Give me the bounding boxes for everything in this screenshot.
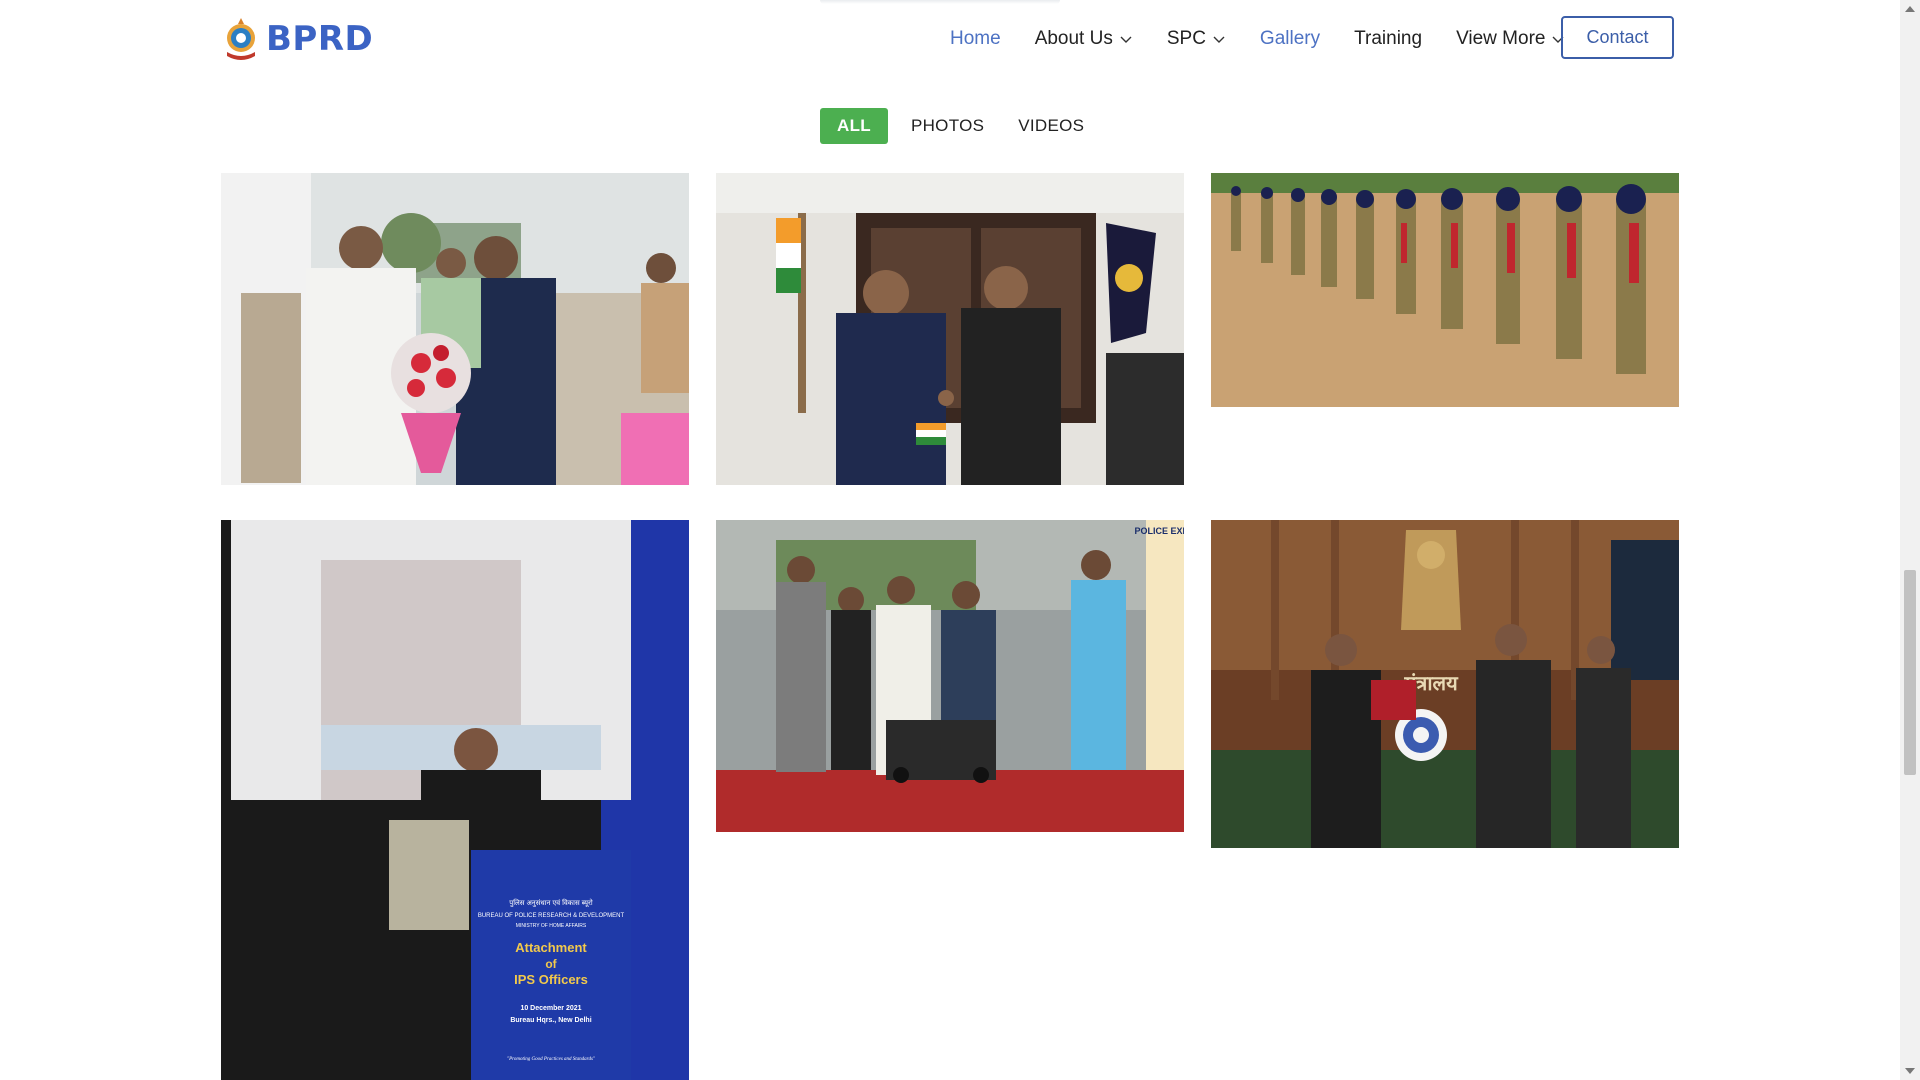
scroll-up-icon[interactable]: [1905, 6, 1915, 12]
banner-title2: of: [545, 957, 557, 971]
nav-view-more[interactable]: View More: [1456, 28, 1565, 50]
gallery-photo-podium-speech[interactable]: पुलिस अनुसंधान एवं विकास ब्यूरो BUREAU O…: [221, 520, 689, 1080]
banner-venue: Bureau Hqrs., New Delhi: [510, 1017, 591, 1024]
page: BPRD Home About Us SPC Gallery Training …: [0, 0, 1920, 1080]
gallery-photo-police-expo[interactable]: POLICE EXPO: [716, 520, 1184, 832]
brand-logo-link[interactable]: BPRD: [220, 14, 373, 64]
main-nav: Home About Us SPC Gallery Training View …: [950, 18, 1599, 60]
photo-image: पुलिस अनुसंधान एवं विकास ब्यूरो BUREAU O…: [221, 520, 689, 1080]
expo-sign: POLICE EXPO: [1134, 526, 1184, 536]
gallery-photo-handshake[interactable]: [716, 173, 1184, 485]
photo-image: POLICE EXPO: [716, 520, 1184, 832]
nav-home[interactable]: Home: [950, 28, 1001, 50]
banner-line3: MINISTRY OF HOME AFFAIRS: [516, 923, 587, 929]
photo-image: मंत्रालय: [1211, 520, 1679, 848]
nav-spc[interactable]: SPC: [1167, 28, 1226, 50]
banner-title1: Attachment: [515, 940, 587, 955]
photo-image: [716, 173, 1184, 485]
filter-all[interactable]: ALL: [820, 108, 888, 144]
header-shadow: [820, 0, 1060, 4]
contact-button[interactable]: Contact: [1561, 16, 1674, 59]
photo-image: [1211, 173, 1679, 407]
filter-photos[interactable]: PHOTOS: [900, 108, 995, 144]
bprd-emblem-icon: [220, 16, 262, 62]
gallery-photo-parade[interactable]: [1211, 173, 1679, 407]
gallery-photo-bouquet-welcome[interactable]: [221, 173, 689, 485]
brand-name: BPRD: [266, 19, 374, 59]
banner-line2: BUREAU OF POLICE RESEARCH & DEVELOPMENT: [478, 913, 625, 919]
banner-line1: पुलिस अनुसंधान एवं विकास ब्यूरो: [509, 898, 593, 907]
nav-about-us[interactable]: About Us: [1035, 28, 1133, 50]
chevron-down-icon: [1213, 36, 1225, 43]
nav-about-label: About Us: [1034, 28, 1113, 49]
nav-home-label: Home: [950, 28, 1001, 49]
nav-spc-label: SPC: [1166, 28, 1206, 49]
filter-videos[interactable]: VIDEOS: [1007, 108, 1095, 144]
nav-view-more-label: View More: [1456, 28, 1546, 49]
gallery-photo-ministry-presentation[interactable]: मंत्रालय: [1211, 520, 1679, 848]
nav-training-label: Training: [1354, 28, 1423, 49]
site-header: BPRD Home About Us SPC Gallery Training …: [0, 0, 1900, 80]
scroll-down-icon[interactable]: [1905, 1068, 1915, 1074]
page-scrollbar[interactable]: [1900, 0, 1920, 1080]
photo-image: [221, 173, 689, 485]
banner-tagline: "Promoting Good Practices and Standards": [507, 1057, 596, 1062]
nav-gallery-label: Gallery: [1259, 28, 1321, 49]
gallery-filters: ALL PHOTOS VIDEOS: [820, 108, 1095, 144]
scroll-thumb[interactable]: [1904, 570, 1916, 775]
banner-title3: IPS Officers: [514, 972, 588, 987]
nav-gallery[interactable]: Gallery: [1260, 28, 1320, 50]
nav-training[interactable]: Training: [1354, 28, 1422, 50]
banner-date: 10 December 2021: [520, 1005, 581, 1012]
chevron-down-icon: [1120, 36, 1132, 43]
